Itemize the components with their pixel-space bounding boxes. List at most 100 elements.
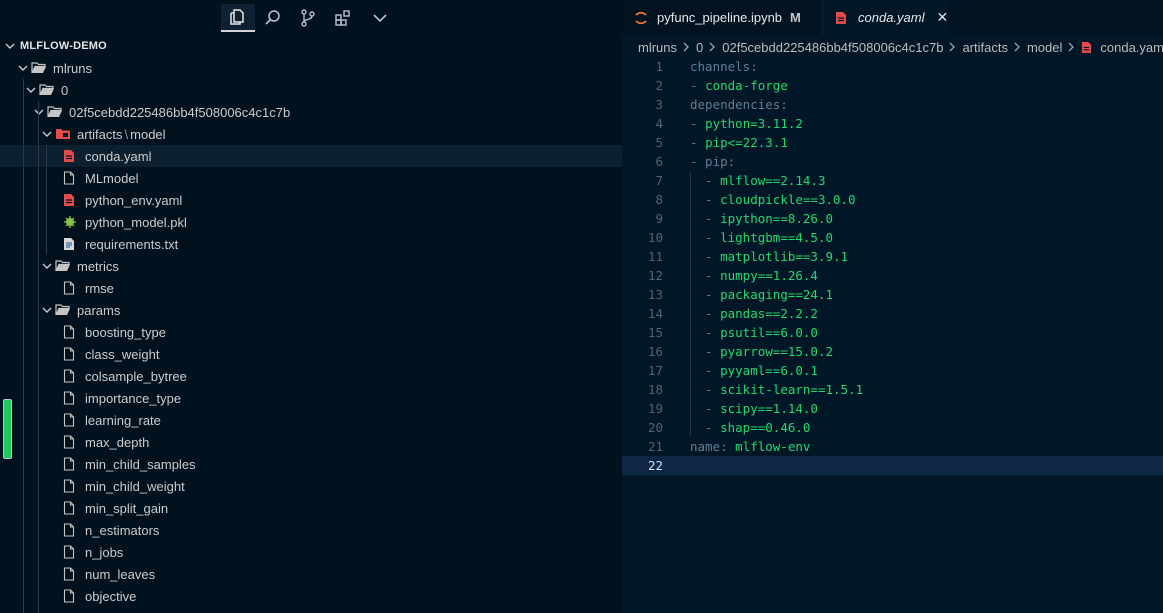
file-icon [63, 413, 83, 427]
tree-file-item[interactable]: python_model.pkl [0, 211, 622, 233]
code-line[interactable]: 2 - conda-forge [622, 76, 1163, 95]
yaml-key-token: - [690, 211, 721, 226]
yaml-value-token: lightgbm==4.5.0 [720, 230, 833, 245]
extensions-icon[interactable] [326, 4, 360, 32]
tree-file-item[interactable]: requirements.txt [0, 233, 622, 255]
line-text: - pip<=22.3.1 [690, 133, 788, 152]
requirements-file-icon [63, 237, 83, 251]
code-line[interactable]: 6 - pip: [622, 152, 1163, 171]
line-number: 21 [647, 439, 663, 454]
yaml-value-token: scipy==1.14.0 [720, 401, 818, 416]
code-line[interactable]: 7 - mlflow==2.14.3 [622, 171, 1163, 190]
code-line[interactable]: 11 - matplotlib==3.9.1 [622, 247, 1163, 266]
tree-file-item[interactable]: rmse [0, 277, 622, 299]
tree-folder-item[interactable]: params [0, 299, 622, 321]
code-line[interactable]: 9 - ipython==8.26.0 [622, 209, 1163, 228]
tree-file-item[interactable]: boosting_type [0, 321, 622, 343]
tree-folder-item[interactable]: 0 [0, 79, 622, 101]
tree-file-item[interactable]: conda.yaml [0, 145, 622, 167]
tree-folder-item[interactable]: 02f5cebdd225486bb4f508006c4c1c7b [0, 101, 622, 123]
modified-badge: M [790, 10, 801, 25]
code-line[interactable]: 8 - cloudpickle==3.0.0 [622, 190, 1163, 209]
tree-file-item[interactable]: class_weight [0, 343, 622, 365]
yaml-value-token: packaging==24.1 [720, 287, 833, 302]
yaml-value-token: python=3.11.2 [705, 116, 803, 131]
tree-file-item[interactable]: MLmodel [0, 167, 622, 189]
code-line[interactable]: 16 - pyarrow==15.0.2 [622, 342, 1163, 361]
file-icon [63, 501, 83, 515]
code-line[interactable]: 3 dependencies: [622, 95, 1163, 114]
file-icon [63, 567, 83, 581]
tree-file-item[interactable]: python_env.yaml [0, 189, 622, 211]
editor-area: pyfunc_pipeline.ipynb M conda.yaml ✕ mlr… [622, 0, 1163, 613]
tab-pyfunc-pipeline[interactable]: pyfunc_pipeline.ipynb M [622, 0, 823, 35]
breadcrumb-item[interactable]: mlruns [638, 40, 677, 55]
minimap-scroll-indicator[interactable] [3, 399, 12, 459]
artifacts-folder-icon [55, 127, 75, 141]
yaml-value-token: mlflow-env [735, 439, 811, 454]
tree-file-item[interactable]: max_depth [0, 431, 622, 453]
code-line[interactable]: 1 channels: [622, 57, 1163, 76]
code-line[interactable]: 10 - lightgbm==4.5.0 [622, 228, 1163, 247]
file-icon [63, 589, 83, 603]
code-line[interactable]: 12 - numpy==1.26.4 [622, 266, 1163, 285]
breadcrumb-item[interactable]: 0 [696, 40, 703, 55]
explorer-section-header[interactable]: MLFLOW-DEMO [0, 36, 622, 56]
code-line[interactable]: 14 - pandas==2.2.2 [622, 304, 1163, 323]
line-text: - pyyaml==6.0.1 [690, 361, 818, 380]
code-line[interactable]: 4 - python=3.11.2 [622, 114, 1163, 133]
code-line[interactable]: 22 [622, 456, 1163, 475]
line-text: channels: [690, 57, 758, 76]
breadcrumb-item[interactable]: conda.yaml [1100, 40, 1163, 55]
line-text: dependencies: [690, 95, 788, 114]
tree-file-item[interactable]: num_leaves [0, 563, 622, 585]
tree-item-label: rmse [85, 280, 114, 296]
line-number: 2 [655, 78, 663, 93]
tree-file-item[interactable]: objective [0, 585, 622, 607]
tab-conda-yaml[interactable]: conda.yaml ✕ [823, 0, 949, 35]
tree-file-item[interactable]: n_jobs [0, 541, 622, 563]
line-number: 13 [647, 287, 663, 302]
tree-folder-item[interactable]: mlruns [0, 57, 622, 79]
yaml-file-icon [63, 193, 83, 207]
tree-file-item[interactable]: min_child_samples [0, 453, 622, 475]
line-number: 12 [647, 268, 663, 283]
yaml-value-token: matplotlib==3.9.1 [720, 249, 849, 264]
code-line[interactable]: 18 - scikit-learn==1.5.1 [622, 380, 1163, 399]
yaml-file-icon [63, 149, 83, 163]
tab-bar: pyfunc_pipeline.ipynb M conda.yaml ✕ [622, 0, 1163, 35]
tree-item-label: num_leaves [85, 566, 156, 582]
tree-item-label: metrics [77, 258, 119, 274]
breadcrumb-item[interactable]: 02f5cebdd225486bb4f508006c4c1c7b [722, 40, 943, 55]
code-line[interactable]: 21 name: mlflow-env [622, 437, 1163, 456]
yaml-key-token: - [690, 401, 721, 416]
code-line[interactable]: 20 - shap==0.46.0 [622, 418, 1163, 437]
breadcrumb-item[interactable]: model [1027, 40, 1062, 55]
breadcrumb-item[interactable]: artifacts [962, 40, 1008, 55]
file-icon [63, 171, 83, 185]
search-icon[interactable] [256, 4, 290, 32]
tree-file-item[interactable]: colsample_bytree [0, 365, 622, 387]
chevron-down-icon[interactable] [363, 4, 397, 32]
tree-file-item[interactable]: n_estimators [0, 519, 622, 541]
source-control-icon[interactable] [291, 4, 325, 32]
tree-file-item[interactable]: min_split_gain [0, 497, 622, 519]
files-icon[interactable] [221, 4, 255, 32]
line-text: - conda-forge [690, 76, 788, 95]
close-icon[interactable]: ✕ [936, 9, 948, 26]
tree-folder-item[interactable]: artifacts \ model [0, 123, 622, 145]
code-line[interactable]: 17 - pyyaml==6.0.1 [622, 361, 1163, 380]
code-line[interactable]: 15 - psutil==6.0.0 [622, 323, 1163, 342]
code-line[interactable]: 5 - pip<=22.3.1 [622, 133, 1163, 152]
line-number: 4 [655, 116, 663, 131]
yaml-key-token: - [690, 135, 706, 150]
code-line[interactable]: 19 - scipy==1.14.0 [622, 399, 1163, 418]
code-line[interactable]: 13 - packaging==24.1 [622, 285, 1163, 304]
tree-file-item[interactable]: importance_type [0, 387, 622, 409]
chevron-right-icon [1068, 40, 1075, 55]
tree-file-item[interactable]: learning_rate [0, 409, 622, 431]
tree-item-label: artifacts [77, 126, 123, 142]
tree-folder-item[interactable]: metrics [0, 255, 622, 277]
tree-file-item[interactable]: min_child_weight [0, 475, 622, 497]
activity-bar [0, 0, 622, 36]
